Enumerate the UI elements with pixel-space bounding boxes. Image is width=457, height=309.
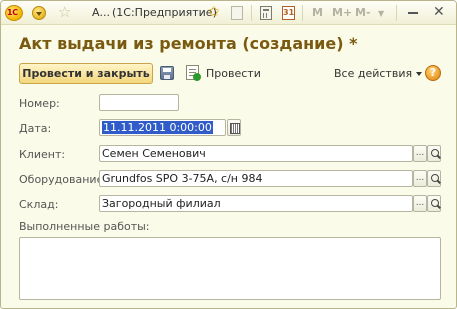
client-search-icon[interactable] <box>427 145 441 162</box>
memory-dropdown-icon[interactable]: ▼ <box>378 9 384 18</box>
number-label: Номер: <box>19 97 60 110</box>
memory-minus-button[interactable]: M- <box>355 6 371 19</box>
document-icon[interactable] <box>231 6 243 20</box>
date-field[interactable]: 11.11.2011 0:00:00 <box>99 119 226 136</box>
all-actions-label: Все действия <box>334 67 413 80</box>
warehouse-select-button[interactable]: ... <box>413 195 427 212</box>
equipment-select-button[interactable]: ... <box>413 170 427 187</box>
main-menu-icon[interactable] <box>32 6 46 20</box>
date-value: 11.11.2011 0:00:00 <box>102 121 213 134</box>
post-and-close-button[interactable]: Провести и закрыть <box>19 63 153 84</box>
warehouse-label: Склад: <box>19 198 59 211</box>
equipment-search-icon[interactable] <box>427 170 441 187</box>
document-window: 1С ☆ А... (1С:Предприятие) ✩ 31 M M+ M- … <box>0 0 457 309</box>
calculator-icon[interactable] <box>260 6 272 20</box>
minimize-icon[interactable] <box>408 12 418 14</box>
equipment-label: Оборудование: <box>19 173 108 186</box>
add-favorite-icon[interactable]: ✩ <box>208 4 220 20</box>
save-icon[interactable] <box>160 66 174 80</box>
client-select-button[interactable]: ... <box>413 145 427 162</box>
window-title: А... <box>92 6 111 19</box>
chevron-down-icon <box>416 72 423 76</box>
all-actions-menu[interactable]: Все действия <box>334 67 423 80</box>
calendar-icon[interactable]: 31 <box>282 6 295 20</box>
works-textarea[interactable] <box>19 237 441 300</box>
date-label: Дата: <box>19 122 52 135</box>
logo-text: 1С <box>7 8 18 17</box>
app-name: (1С:Предприятие) <box>112 6 217 19</box>
warehouse-field[interactable]: Загородный филиал <box>99 195 413 212</box>
post-icon[interactable] <box>186 65 201 81</box>
client-label: Клиент: <box>19 148 66 161</box>
help-icon[interactable]: ? <box>425 65 441 81</box>
post-button[interactable]: Провести <box>206 67 261 80</box>
memory-plus-button[interactable]: M+ <box>332 6 352 19</box>
works-label: Выполненные работы: <box>19 220 150 233</box>
toolbar-separator <box>251 5 252 21</box>
equipment-field[interactable]: Grundfos SPO 3-75A, с/н 984 <box>99 170 413 187</box>
toolbar-separator <box>302 5 303 21</box>
title-bar: 1С ☆ А... (1С:Предприятие) ✩ 31 M M+ M- … <box>1 1 456 25</box>
1c-logo-icon[interactable]: 1С <box>5 5 23 21</box>
calendar-picker-icon[interactable] <box>227 119 241 136</box>
number-field[interactable] <box>99 94 179 111</box>
memory-button[interactable]: M <box>312 6 323 19</box>
favorites-star-icon[interactable]: ☆ <box>58 4 71 20</box>
warehouse-search-icon[interactable] <box>427 195 441 212</box>
form-heading: Акт выдачи из ремонта (создание) * <box>19 34 358 53</box>
toolbar-separator <box>396 5 397 21</box>
close-icon[interactable]: ✕ <box>433 5 445 19</box>
client-field[interactable]: Семен Семенович <box>99 145 413 162</box>
